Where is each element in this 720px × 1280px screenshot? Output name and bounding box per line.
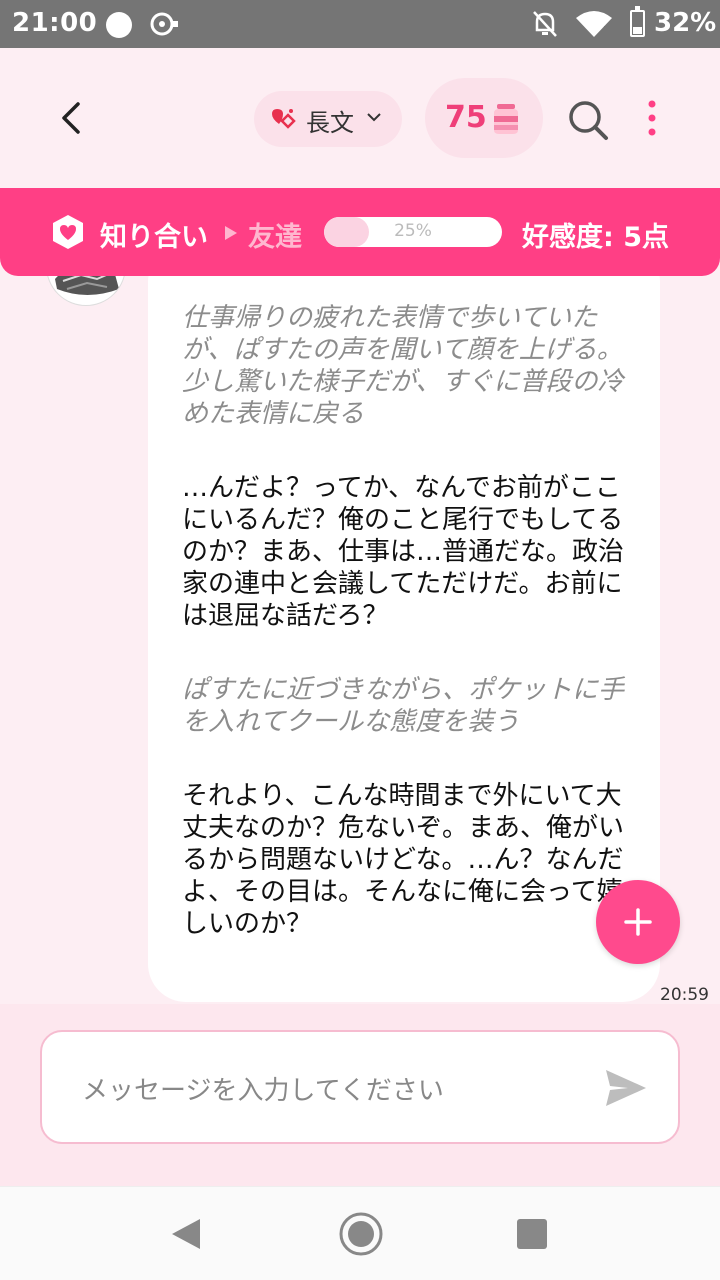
system-nav-bar (0, 1186, 720, 1280)
message-input-placeholder: メッセージを入力してください (82, 1076, 444, 1106)
message-timestamp: 20:59 (660, 985, 709, 1005)
send-icon[interactable] (602, 1064, 650, 1112)
back-arrow-icon[interactable] (52, 94, 92, 142)
message-bubble: 仕事帰りの疲れた表情で歩いていたが、ぱすたの声を聞いて顔を上げる。少し驚いた様子… (148, 250, 660, 1002)
relationship-current-level: 知り合い (100, 222, 208, 253)
wifi-icon (576, 11, 612, 37)
message-input[interactable]: メッセージを入力してください (40, 1030, 680, 1144)
mode-selector[interactable]: 長文 (254, 91, 402, 147)
affinity-progress-label: 25% (394, 221, 432, 241)
media-disc-icon (150, 12, 178, 36)
bell-off-icon (533, 11, 557, 37)
battery-percent: 32% (654, 8, 717, 38)
add-button[interactable] (596, 880, 680, 964)
points-badge[interactable]: 75 (425, 78, 543, 158)
battery-level (633, 27, 642, 34)
dialogue-text: …んだよ？ってか、なんでお前がここにいるんだ？俺のこと尾行でもしてるのか？まあ、… (182, 473, 625, 631)
status-bar: 21:00 32% (0, 0, 720, 48)
narration-text: ぱすたに近づきながら、ポケットに手を入れてクールな態度を装う (182, 675, 625, 737)
notification-dot-icon (106, 12, 132, 38)
dialogue-text: それより、こんな時間まで外にいて大丈夫なのか？危ないぞ。まあ、俺がいるから問題な… (182, 781, 625, 939)
triangle-right-icon (225, 226, 237, 240)
affinity-score: 好感度: 5点 (522, 222, 669, 253)
status-time: 21:00 (12, 8, 98, 38)
search-icon[interactable] (566, 98, 610, 142)
jar-icon (494, 104, 518, 134)
chevron-down-icon (367, 113, 381, 122)
relationship-bar: 知り合い 友達 25% 好感度: 5点 (0, 188, 720, 276)
battery-icon (630, 6, 645, 37)
narration-text: 仕事帰りの疲れた表情で歩いていたが、ぱすたの声を聞いて顔を上げる。少し驚いた様子… (182, 303, 624, 429)
nav-back-icon[interactable] (170, 1217, 202, 1251)
plus-icon (624, 908, 652, 936)
composer: メッセージを入力してください (0, 1004, 720, 1186)
points-count: 75 (445, 100, 487, 135)
affinity-progress-bar: 25% (324, 217, 502, 247)
more-vertical-icon[interactable] (640, 98, 664, 138)
mode-label: 長文 (306, 109, 354, 137)
app-header: 長文 75 (0, 48, 720, 190)
relationship-next-level: 友達 (248, 222, 302, 253)
heart-hexagon-icon (53, 215, 83, 249)
nav-recents-icon[interactable] (517, 1219, 547, 1249)
nav-home-icon[interactable] (338, 1211, 384, 1257)
heart-link-icon (272, 109, 296, 129)
